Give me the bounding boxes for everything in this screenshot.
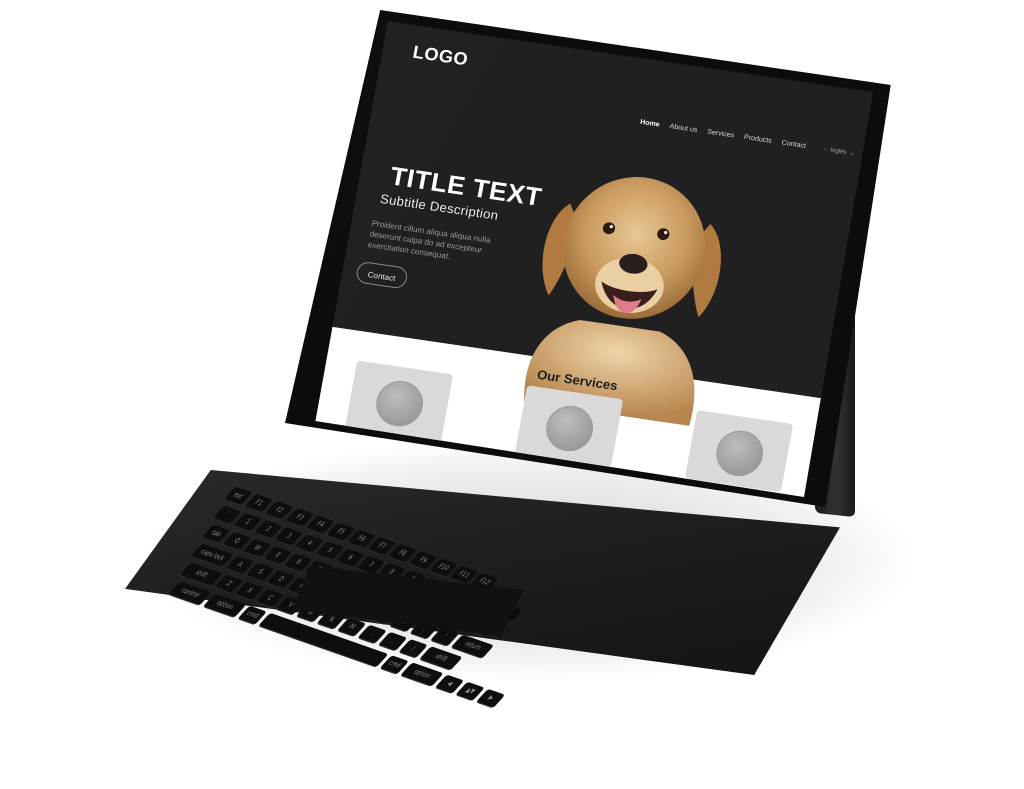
service-card[interactable] <box>684 410 794 493</box>
service-image-placeholder <box>372 377 427 430</box>
service-image-placeholder <box>542 402 597 455</box>
globe-icon: ◌ <box>823 146 828 153</box>
device-mockup: escF1F2F3F4F5F6F7F8F9F10F11F12`123456789… <box>0 0 1024 709</box>
service-image-placeholder <box>712 427 767 480</box>
